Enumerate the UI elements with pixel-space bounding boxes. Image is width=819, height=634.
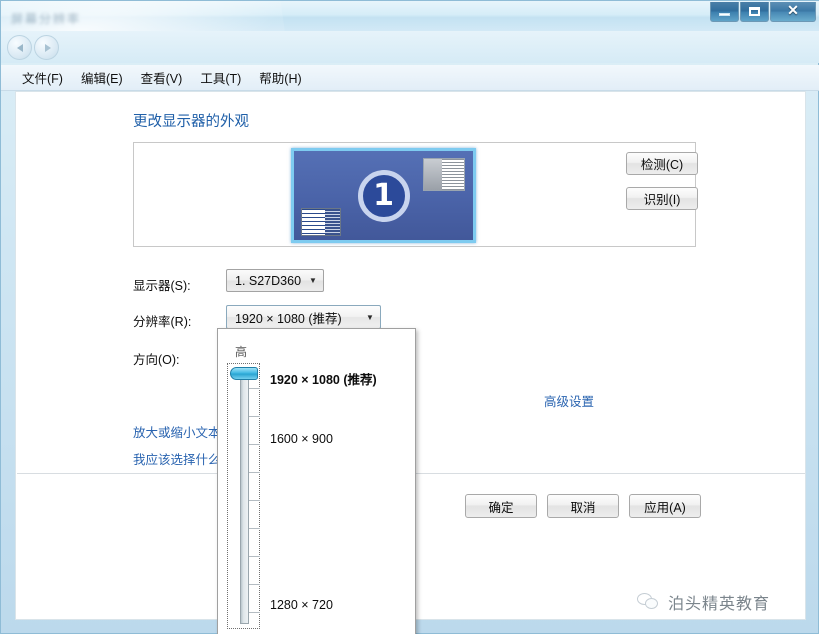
chevron-down-icon: ▼ xyxy=(366,312,374,322)
menu-bar: 文件(F) 编辑(E) 查看(V) 工具(T) 帮助(H) xyxy=(1,65,819,91)
menu-tools[interactable]: 工具(T) xyxy=(191,65,250,90)
window-title: 屏幕分辨率 xyxy=(11,12,82,26)
display-select-value: 1. S27D360 xyxy=(235,273,302,288)
choose-help-link[interactable]: 我应该选择什么 xyxy=(133,449,221,468)
close-icon: ✕ xyxy=(787,3,799,19)
resolution-select[interactable]: 1920 × 1080 (推荐) ▼ xyxy=(226,305,381,329)
menu-view[interactable]: 查看(V) xyxy=(132,65,192,90)
minimize-icon xyxy=(719,12,730,16)
forward-button[interactable] xyxy=(34,35,59,60)
slider-high-label: 高 xyxy=(235,345,248,359)
text-size-link[interactable]: 放大或缩小文本 xyxy=(133,422,221,441)
identify-button[interactable]: 识别(I) xyxy=(626,187,698,210)
display-label: 显示器(S): xyxy=(133,279,191,293)
menu-help[interactable]: 帮助(H) xyxy=(250,65,310,90)
resolution-option-0[interactable]: 1920 × 1080 (推荐) xyxy=(270,369,377,388)
menu-file[interactable]: 文件(F) xyxy=(13,65,72,90)
cancel-button[interactable]: 取消 xyxy=(547,494,619,518)
navigation-bar: 控制面板 ▸ 所有控制面板项 ▸ 显示 ▸ 屏幕分辨率 ▼ ↻ 搜索控制面板 ⌕ xyxy=(1,31,819,88)
resolution-dropdown-popup: 高 1920 × 1080 (推荐) 1600 × 900 1280 × 720 xyxy=(217,328,416,634)
resolution-label: 分辨率(R): xyxy=(133,315,192,329)
ok-button[interactable]: 确定 xyxy=(465,494,537,518)
taskbar-thumbnail-icon xyxy=(301,208,341,236)
nav-arrow-group xyxy=(7,35,59,60)
display-select[interactable]: 1. S27D360 ▼ xyxy=(226,269,324,292)
apply-button[interactable]: 应用(A) xyxy=(629,494,701,518)
window-controls: ✕ xyxy=(709,2,816,23)
slider-thumb[interactable] xyxy=(230,367,258,380)
maximize-icon xyxy=(749,7,760,16)
display-preview-panel: 1 xyxy=(133,142,696,247)
orientation-label: 方向(O): xyxy=(133,353,180,367)
resolution-slider[interactable] xyxy=(227,363,260,629)
page-title: 更改显示器的外观 xyxy=(133,114,249,130)
title-bar: 屏幕分辨率 ✕ xyxy=(1,1,819,31)
resolution-select-value: 1920 × 1080 (推荐) xyxy=(235,311,342,326)
maximize-button[interactable] xyxy=(740,2,769,22)
watermark-text: 泊头精英教育 xyxy=(668,596,771,613)
detect-button[interactable]: 检测(C) xyxy=(626,152,698,175)
chevron-down-icon: ▼ xyxy=(309,276,317,285)
minimize-button[interactable] xyxy=(710,2,739,22)
back-button[interactable] xyxy=(7,35,32,60)
close-button[interactable]: ✕ xyxy=(770,2,816,22)
resolution-option-2[interactable]: 1280 × 720 xyxy=(270,598,333,612)
control-panel-window: 屏幕分辨率 ✕ 控制面板 ▸ 所有控制面板项 ▸ 显示 ▸ 屏幕分 xyxy=(0,0,819,634)
wechat-icon xyxy=(637,592,661,612)
resolution-option-1[interactable]: 1600 × 900 xyxy=(270,432,333,446)
advanced-settings-link[interactable]: 高级设置 xyxy=(544,391,594,410)
watermark: 泊头精英教育 xyxy=(637,587,809,617)
menu-edit[interactable]: 编辑(E) xyxy=(72,65,132,90)
slider-track xyxy=(240,370,249,624)
monitor-preview-1[interactable]: 1 xyxy=(291,148,476,243)
monitor-number-badge: 1 xyxy=(357,169,410,222)
window-thumbnail-icon xyxy=(423,158,465,191)
